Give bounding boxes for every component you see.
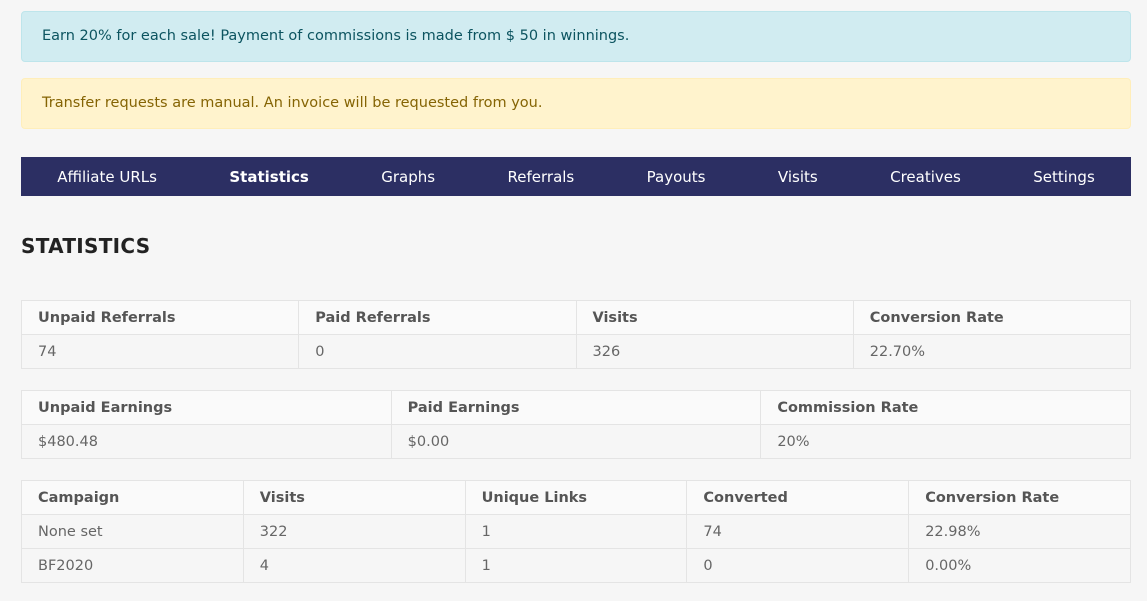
table-header-row: Campaign Visits Unique Links Converted C… — [21, 480, 1131, 515]
campaign-visits: 4 — [242, 548, 466, 583]
campaign-name: None set — [21, 514, 244, 549]
table-row: BF2020 4 1 0 0.00% — [21, 548, 1131, 583]
campaign-converted: 0 — [686, 548, 910, 583]
visits-header: Visits — [575, 300, 854, 335]
commission-rate-header: Commission Rate — [760, 390, 1131, 425]
paid-referrals-header: Paid Referrals — [298, 300, 577, 335]
campaign-converted: 74 — [686, 514, 910, 549]
commission-info-alert: Earn 20% for each sale! Payment of commi… — [21, 11, 1131, 62]
paid-earnings-header: Paid Earnings — [390, 390, 762, 425]
tab-referrals[interactable]: Referrals — [508, 168, 575, 186]
campaign-header: Campaign — [21, 480, 244, 515]
table-header-row: Unpaid Earnings Paid Earnings Commission… — [21, 390, 1131, 425]
campaign-name: BF2020 — [21, 548, 244, 583]
tab-creatives[interactable]: Creatives — [890, 168, 961, 186]
unique-links-header: Unique Links — [464, 480, 688, 515]
table-row: $480.48 $0.00 20% — [21, 424, 1131, 459]
tab-settings[interactable]: Settings — [1033, 168, 1095, 186]
paid-referrals-value: 0 — [298, 334, 577, 369]
campaign-unique-links: 1 — [464, 514, 688, 549]
table-row: 74 0 326 22.70% — [20, 334, 1132, 369]
tab-visits[interactable]: Visits — [778, 168, 818, 186]
campaign-visits: 322 — [242, 514, 466, 549]
visits-value: 326 — [575, 334, 854, 369]
tab-affiliate-urls[interactable]: Affiliate URLs — [57, 168, 157, 186]
unpaid-earnings-value: $480.48 — [21, 424, 392, 459]
transfer-warning-alert: Transfer requests are manual. An invoice… — [21, 78, 1131, 129]
unpaid-earnings-header: Unpaid Earnings — [21, 390, 392, 425]
earnings-stats-table: Unpaid Earnings Paid Earnings Commission… — [21, 390, 1131, 459]
conversion-rate-header: Conversion Rate — [852, 300, 1132, 335]
page-title: STATISTICS — [21, 234, 151, 258]
commission-rate-value: 20% — [760, 424, 1131, 459]
campaign-conversion-rate-header: Conversion Rate — [908, 480, 1131, 515]
conversion-rate-value: 22.70% — [852, 334, 1132, 369]
campaign-stats-table: Campaign Visits Unique Links Converted C… — [21, 480, 1131, 583]
campaign-visits-header: Visits — [242, 480, 466, 515]
campaign-conversion-rate: 0.00% — [908, 548, 1131, 583]
referrals-stats-table: Unpaid Referrals Paid Referrals Visits C… — [20, 300, 1132, 369]
table-row: None set 322 1 74 22.98% — [21, 514, 1131, 549]
campaign-conversion-rate: 22.98% — [908, 514, 1131, 549]
converted-header: Converted — [686, 480, 910, 515]
affiliate-nav-tabs: Affiliate URLs Statistics Graphs Referra… — [21, 157, 1131, 196]
unpaid-referrals-header: Unpaid Referrals — [20, 300, 300, 335]
tab-statistics[interactable]: Statistics — [229, 168, 308, 186]
unpaid-referrals-value: 74 — [20, 334, 300, 369]
paid-earnings-value: $0.00 — [390, 424, 762, 459]
campaign-unique-links: 1 — [464, 548, 688, 583]
tab-graphs[interactable]: Graphs — [381, 168, 435, 186]
table-header-row: Unpaid Referrals Paid Referrals Visits C… — [20, 300, 1132, 335]
tab-payouts[interactable]: Payouts — [647, 168, 706, 186]
